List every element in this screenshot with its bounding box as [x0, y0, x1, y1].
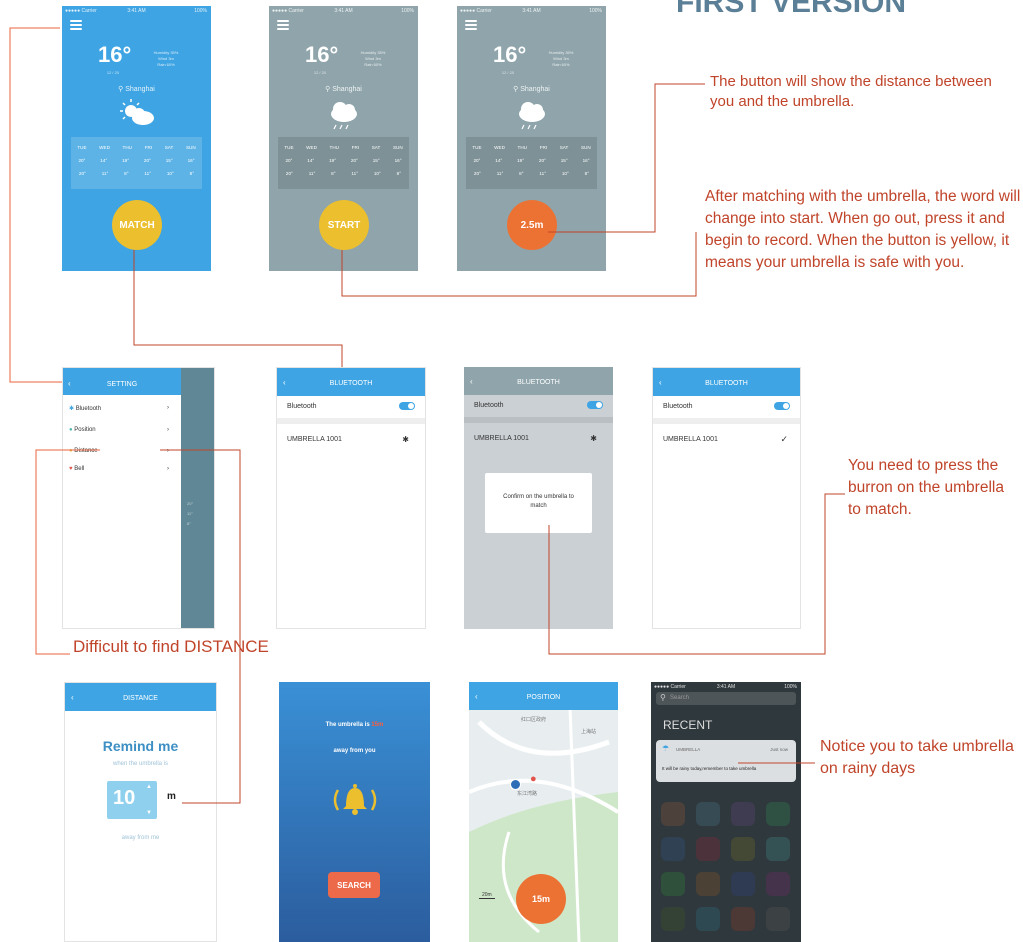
- connector-lines: [9, 27, 845, 804]
